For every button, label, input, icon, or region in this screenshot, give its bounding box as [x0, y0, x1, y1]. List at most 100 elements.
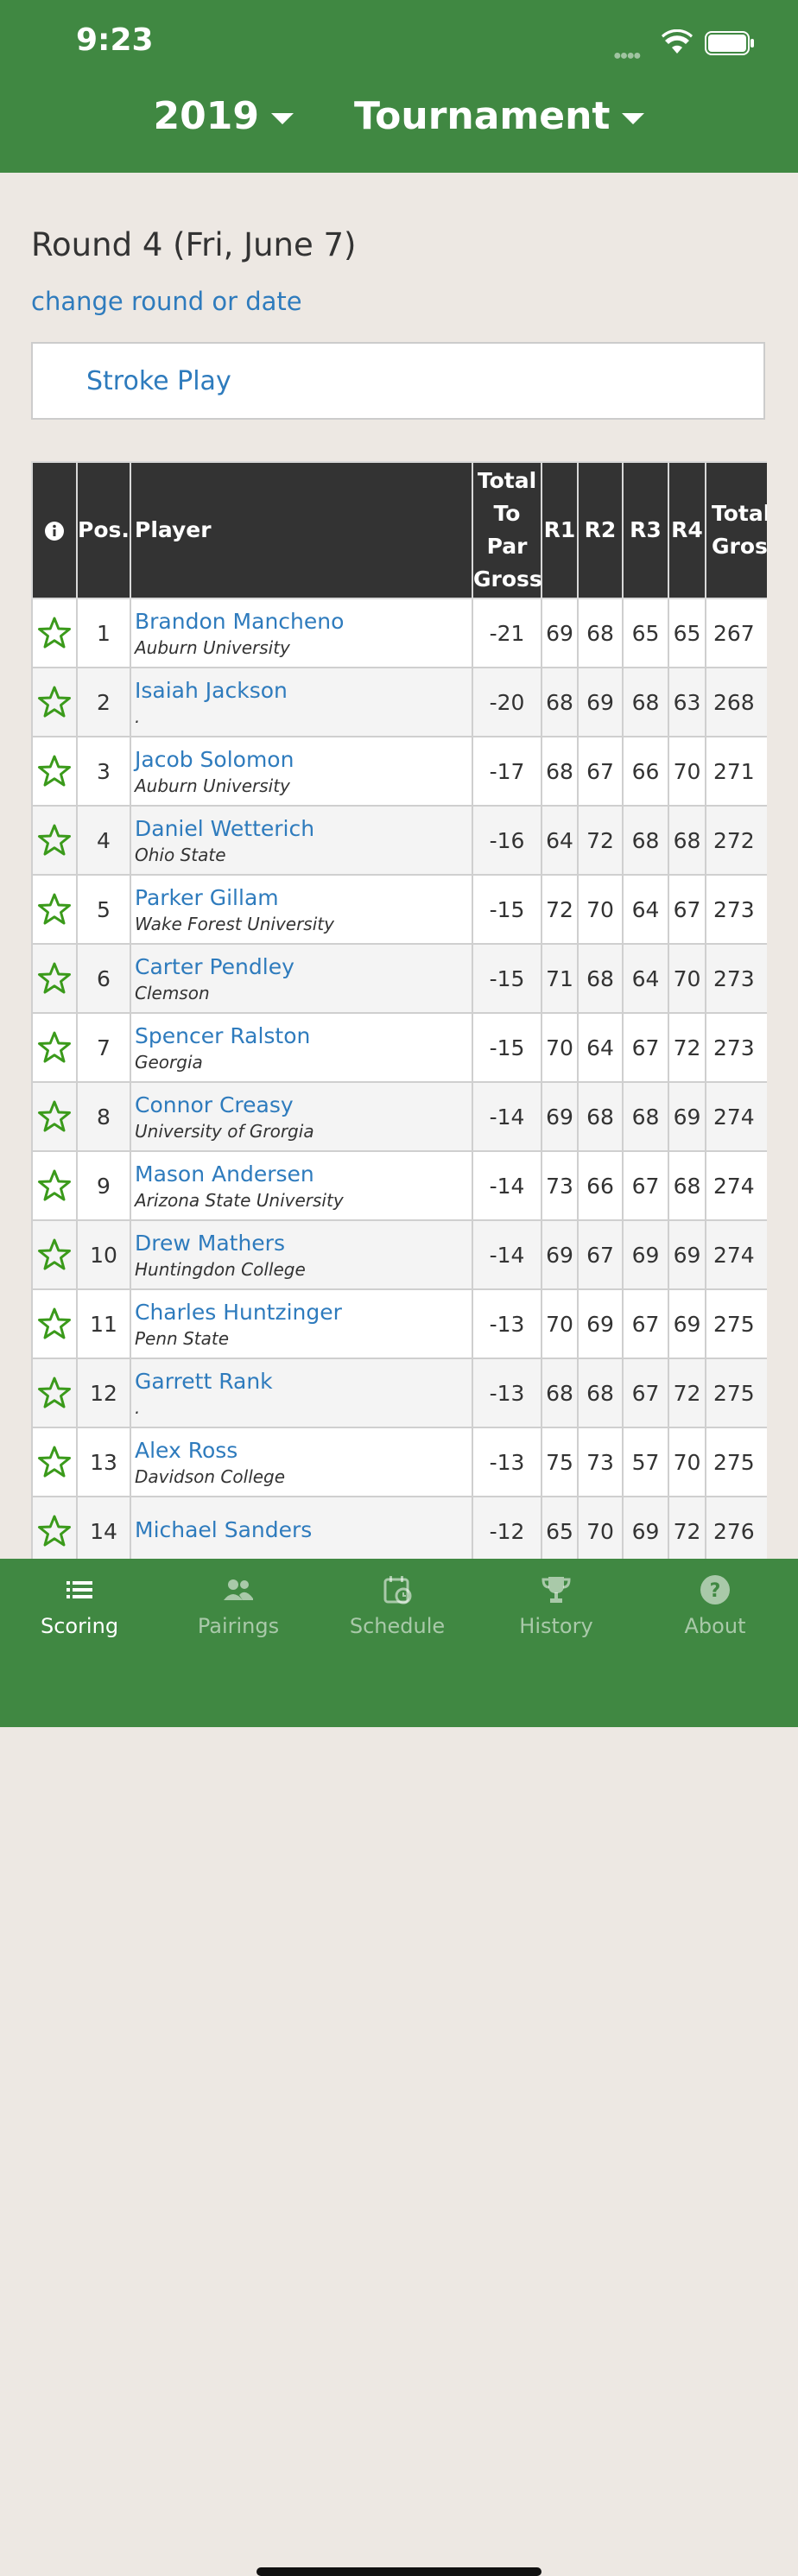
- total-cell: 272: [705, 805, 767, 876]
- tab-label: Schedule: [349, 1614, 446, 1638]
- favorite-cell[interactable]: [31, 598, 78, 668]
- total-cell: 275: [705, 1288, 767, 1359]
- player-name-link[interactable]: Carter Pendley: [135, 954, 472, 979]
- player-name-link[interactable]: Isaiah Jackson: [135, 678, 472, 703]
- tab-about[interactable]: ? About: [636, 1574, 795, 1661]
- r3-cell: 64: [622, 874, 669, 945]
- player-name-link[interactable]: Jacob Solomon: [135, 747, 472, 772]
- r1-cell: 68: [541, 667, 579, 737]
- tab-history[interactable]: History: [477, 1574, 636, 1661]
- pos-cell: 4: [76, 805, 131, 876]
- to-par-header-line: Gross: [473, 566, 542, 592]
- r3-cell: 67: [622, 1012, 669, 1083]
- table-row: 8 Connor Creasy University of Grorgia -14 69…: [31, 1081, 767, 1152]
- pos-cell: 2: [76, 667, 131, 737]
- favorite-star-icon[interactable]: [37, 616, 72, 650]
- pos-header: Pos.: [76, 461, 131, 599]
- r2-header: R2: [577, 461, 624, 599]
- favorite-star-icon[interactable]: [37, 1168, 72, 1203]
- player-name-link[interactable]: Michael Sanders: [135, 1517, 472, 1542]
- favorite-star-icon[interactable]: [37, 685, 72, 719]
- player-team: Auburn University: [135, 775, 290, 796]
- player-name-link[interactable]: Brandon Mancheno: [135, 609, 472, 634]
- r1-cell: 70: [541, 1012, 579, 1083]
- total-cell: 268: [705, 667, 767, 737]
- home-indicator[interactable]: [256, 2567, 542, 2576]
- tab-scoring[interactable]: Scoring: [0, 1574, 159, 1661]
- player-name-link[interactable]: Daniel Wetterich: [135, 816, 472, 841]
- format-selector[interactable]: Stroke Play: [31, 342, 765, 420]
- favorite-cell[interactable]: [31, 1358, 78, 1428]
- player-cell: Connor Creasy University of Grorgia: [130, 1081, 473, 1152]
- favorite-star-icon[interactable]: [37, 892, 72, 927]
- table-row: 6 Carter Pendley Clemson -15 71 68 64 70 273: [31, 943, 767, 1014]
- top-bar: 9:23 ●●●● 2019 Tournament: [0, 0, 798, 173]
- player-name-link[interactable]: Mason Andersen: [135, 1161, 472, 1187]
- r1-cell: 69: [541, 1081, 579, 1152]
- player-name-link[interactable]: Connor Creasy: [135, 1092, 472, 1117]
- pos-cell: 10: [76, 1219, 131, 1290]
- player-name-link[interactable]: Drew Mathers: [135, 1231, 472, 1256]
- table-row: 1 Brandon Mancheno Auburn University -21 69 6…: [31, 598, 767, 668]
- leaderboard-table: Pos. Player Total To Par Gross R1 R2 R3 …: [31, 461, 767, 1559]
- favorite-cell[interactable]: [31, 1081, 78, 1152]
- to-par-cell: -13: [472, 1427, 542, 1497]
- tab-label: History: [519, 1614, 593, 1638]
- favorite-cell[interactable]: [31, 1427, 78, 1497]
- year-selector[interactable]: 2019: [154, 88, 294, 143]
- r4-cell: 68: [668, 1150, 706, 1221]
- battery-icon: [705, 31, 754, 55]
- favorite-star-icon[interactable]: [37, 1099, 72, 1134]
- r4-cell: 70: [668, 736, 706, 807]
- change-round-link[interactable]: change round or date: [31, 287, 302, 316]
- leaderboard-table-wrap[interactable]: Pos. Player Total To Par Gross R1 R2 R3 …: [31, 461, 767, 1559]
- r3-cell: 65: [622, 598, 669, 668]
- favorite-star-icon[interactable]: [37, 1376, 72, 1410]
- to-par-cell: -14: [472, 1081, 542, 1152]
- favorite-cell[interactable]: [31, 943, 78, 1014]
- player-team: Ohio State: [135, 844, 226, 865]
- favorite-cell[interactable]: [31, 667, 78, 737]
- info-header[interactable]: [31, 461, 78, 599]
- r1-cell: 68: [541, 736, 579, 807]
- r2-cell: 68: [577, 598, 624, 668]
- player-name-link[interactable]: Garrett Rank: [135, 1369, 472, 1394]
- tab-schedule[interactable]: Schedule: [318, 1574, 477, 1661]
- favorite-star-icon[interactable]: [37, 961, 72, 996]
- total-cell: 275: [705, 1358, 767, 1428]
- r4-cell: 70: [668, 943, 706, 1014]
- favorite-cell[interactable]: [31, 1150, 78, 1221]
- favorite-star-icon[interactable]: [37, 823, 72, 858]
- r3-cell: 68: [622, 667, 669, 737]
- favorite-star-icon[interactable]: [37, 1030, 72, 1065]
- player-name-link[interactable]: Parker Gillam: [135, 885, 472, 910]
- favorite-cell[interactable]: [31, 874, 78, 945]
- favorite-cell[interactable]: [31, 1288, 78, 1359]
- player-name-link[interactable]: Spencer Ralston: [135, 1023, 472, 1048]
- player-team: University of Grorgia: [135, 1120, 314, 1142]
- r1-cell: 68: [541, 1358, 579, 1428]
- favorite-star-icon[interactable]: [37, 1445, 72, 1479]
- favorite-star-icon[interactable]: [37, 754, 72, 788]
- player-team: Davidson College: [135, 1465, 286, 1487]
- r2-cell: 68: [577, 1358, 624, 1428]
- tab-pairings[interactable]: Pairings: [159, 1574, 318, 1661]
- favorite-star-icon[interactable]: [37, 1307, 72, 1341]
- favorite-star-icon[interactable]: [37, 1237, 72, 1272]
- favorite-cell[interactable]: [31, 736, 78, 807]
- player-cell: Mason Andersen Arizona State University: [130, 1150, 473, 1221]
- pos-cell: 8: [76, 1081, 131, 1152]
- player-name-link[interactable]: Alex Ross: [135, 1438, 472, 1463]
- r3-cell: 64: [622, 943, 669, 1014]
- player-name-link[interactable]: Charles Huntzinger: [135, 1300, 472, 1325]
- r2-cell: 69: [577, 1288, 624, 1359]
- favorite-cell[interactable]: [31, 1219, 78, 1290]
- event-selector[interactable]: Tournament: [354, 88, 645, 143]
- favorite-cell[interactable]: [31, 1012, 78, 1083]
- favorite-cell[interactable]: [31, 805, 78, 876]
- favorite-cell[interactable]: [31, 1496, 78, 1559]
- total-cell: 273: [705, 943, 767, 1014]
- r3-cell: 67: [622, 1288, 669, 1359]
- favorite-star-icon[interactable]: [37, 1514, 72, 1548]
- info-icon[interactable]: [44, 521, 65, 541]
